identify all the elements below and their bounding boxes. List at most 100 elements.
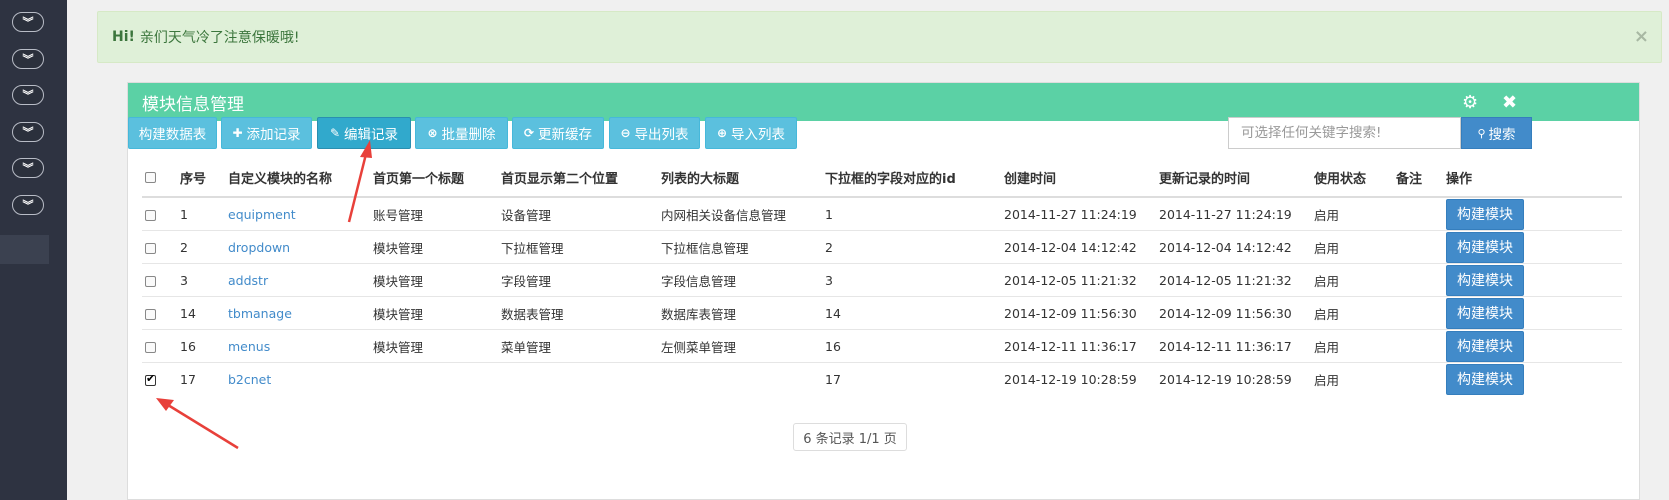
export-list-button[interactable]: ⊖ 导出列表 <box>609 117 700 149</box>
build-module-button[interactable]: 构建模块 <box>1446 330 1524 362</box>
cell-name[interactable]: menus <box>228 329 373 363</box>
table-row: 3 addstr 模块管理 字段管理 字段信息管理 3 2014-12-05 11:21:3… <box>142 263 1622 297</box>
row-checkbox[interactable] <box>145 209 156 221</box>
close-icon[interactable]: ✖ <box>1502 83 1517 121</box>
cell-name[interactable]: addstr <box>228 263 373 297</box>
column-header[interactable]: 更新记录的时间 <box>1159 159 1314 198</box>
cell-dropdown-id: 1 <box>825 196 1004 231</box>
refresh-icon: ⟳ <box>523 126 535 140</box>
cell-name[interactable]: b2cnet <box>228 362 373 395</box>
build-module-button[interactable]: 构建模块 <box>1446 297 1524 329</box>
cell-status: 启用 <box>1314 329 1396 363</box>
column-header[interactable]: 列表的大标题 <box>661 159 825 198</box>
cell-note <box>1396 230 1446 264</box>
cell-title2: 下拉框管理 <box>501 230 661 264</box>
cell-id: 2 <box>180 230 228 264</box>
double-chevron-down-icon: ︾ <box>22 125 34 139</box>
cell-updated: 2014-12-04 14:12:42 <box>1159 230 1314 264</box>
cell-list-title <box>661 362 825 395</box>
column-header[interactable]: 创建时间 <box>1004 159 1159 198</box>
import-list-label: 导入列表 <box>731 127 786 143</box>
cell-status: 启用 <box>1314 296 1396 330</box>
build-module-button[interactable]: 构建模块 <box>1446 198 1524 230</box>
cell-name[interactable]: dropdown <box>228 230 373 264</box>
sidebar-toggle-1[interactable]: ︾ <box>12 12 44 32</box>
refresh-cache-button[interactable]: ⟳ 更新缓存 <box>512 117 604 149</box>
row-checkbox[interactable] <box>145 275 156 287</box>
search-input[interactable] <box>1228 117 1461 149</box>
row-checkbox[interactable] <box>145 308 156 320</box>
pagination-info: 6 条记录 1/1 页 <box>793 423 907 451</box>
edit-icon: ✎ <box>329 126 341 140</box>
plus-icon: ✚ <box>232 126 243 140</box>
cell-updated: 2014-12-05 11:21:32 <box>1159 263 1314 297</box>
import-list-button[interactable]: ⊕ 导入列表 <box>705 117 797 149</box>
row-checkbox[interactable] <box>145 341 156 353</box>
alert-close-icon[interactable]: × <box>1634 26 1649 47</box>
search-button-label: 搜索 <box>1488 127 1516 143</box>
panel-title: 模块信息管理 <box>142 94 244 115</box>
build-module-button[interactable]: 构建模块 <box>1446 363 1524 395</box>
batch-delete-label: 批量删除 <box>441 127 496 143</box>
refresh-cache-label: 更新缓存 <box>538 127 593 143</box>
add-record-button[interactable]: ✚ 添加记录 <box>221 117 312 149</box>
sidebar-toggle-2[interactable]: ︾ <box>12 49 44 69</box>
column-header[interactable]: 下拉框的字段对应的id <box>825 159 1004 198</box>
edit-record-button[interactable]: ✎ 编辑记录 <box>317 117 411 149</box>
select-all-checkbox[interactable] <box>145 172 156 183</box>
cell-list-title: 左侧菜单管理 <box>661 329 825 363</box>
export-icon: ⊖ <box>620 126 631 140</box>
column-header[interactable]: 序号 <box>180 159 228 198</box>
cell-title1: 模块管理 <box>373 329 501 363</box>
table-row: 17b2cnet172014-12-19 10:28:592014-12-19 … <box>142 362 1622 395</box>
cell-title2: 数据表管理 <box>501 296 661 330</box>
edit-record-label: 编辑记录 <box>344 127 399 143</box>
cell-title2: 菜单管理 <box>501 329 661 363</box>
column-header[interactable]: 自定义模块的名称 <box>228 159 373 198</box>
sidebar-toggle-3[interactable]: ︾ <box>12 85 44 105</box>
column-header[interactable]: 使用状态 <box>1314 159 1396 198</box>
table-row: 16 menus 模块管理 菜单管理 左侧菜单管理 16 2014-12-11 11:36:… <box>142 329 1622 363</box>
cell-note <box>1396 329 1446 363</box>
cell-status: 启用 <box>1314 362 1396 395</box>
alert-banner: Hi! 亲们天气冷了注意保暖哦! × <box>97 11 1662 63</box>
cell-status: 启用 <box>1314 230 1396 264</box>
cell-title1 <box>373 362 501 395</box>
cell-id: 14 <box>180 296 228 330</box>
build-table-button[interactable]: 构建数据表 <box>128 117 217 149</box>
cell-note <box>1396 296 1446 330</box>
column-header[interactable]: 备注 <box>1396 159 1446 198</box>
cell-status: 启用 <box>1314 196 1396 231</box>
cell-name[interactable]: tbmanage <box>228 296 373 330</box>
cell-title2 <box>501 362 661 395</box>
sidebar-toggle-4[interactable]: ︾ <box>12 122 44 142</box>
search-button[interactable]: ⚲ 搜索 <box>1461 117 1532 149</box>
row-checkbox[interactable] <box>145 372 156 386</box>
sidebar-toggle-5[interactable]: ︾ <box>12 158 44 178</box>
cell-updated: 2014-11-27 11:24:19 <box>1159 196 1314 231</box>
sidebar-toggle-6[interactable]: ︾ <box>12 195 44 215</box>
column-header[interactable]: 首页显示第二个位置 <box>501 159 661 198</box>
cell-list-title: 内网相关设备信息管理 <box>661 196 825 231</box>
cell-name[interactable]: equipment <box>228 196 373 231</box>
build-module-button[interactable]: 构建模块 <box>1446 264 1524 296</box>
sidebar-active-item[interactable] <box>0 235 49 264</box>
column-header[interactable]: 首页第一个标题 <box>373 159 501 198</box>
cell-id: 1 <box>180 196 228 231</box>
module-table: 序号 自定义模块的名称 首页第一个标题 首页显示第二个位置 列表的大标题 下拉框… <box>142 159 1622 395</box>
delete-circle-icon: ⊗ <box>427 126 438 140</box>
cell-title2: 字段管理 <box>501 263 661 297</box>
double-chevron-down-icon: ︾ <box>22 88 34 102</box>
cell-dropdown-id: 14 <box>825 296 1004 330</box>
cell-created: 2014-12-05 11:21:32 <box>1004 263 1159 297</box>
cell-list-title: 字段信息管理 <box>661 263 825 297</box>
build-module-button[interactable]: 构建模块 <box>1446 231 1524 263</box>
gear-icon[interactable]: ⚙ <box>1462 83 1478 121</box>
row-checkbox[interactable] <box>145 242 156 254</box>
double-chevron-down-icon: ︾ <box>22 15 34 29</box>
module-panel: 模块信息管理 ⚙ ✖ 构建数据表 ✚ 添加记录 ✎ 编辑记录 ⊗ 批量删除 ⟳ … <box>127 82 1640 500</box>
cell-dropdown-id: 17 <box>825 362 1004 395</box>
batch-delete-button[interactable]: ⊗ 批量删除 <box>415 117 508 149</box>
table-row: 2 dropdown 模块管理 下拉框管理 下拉框信息管理 2 2014-12-04 14:… <box>142 230 1622 264</box>
search-icon: ⚲ <box>1477 126 1486 140</box>
